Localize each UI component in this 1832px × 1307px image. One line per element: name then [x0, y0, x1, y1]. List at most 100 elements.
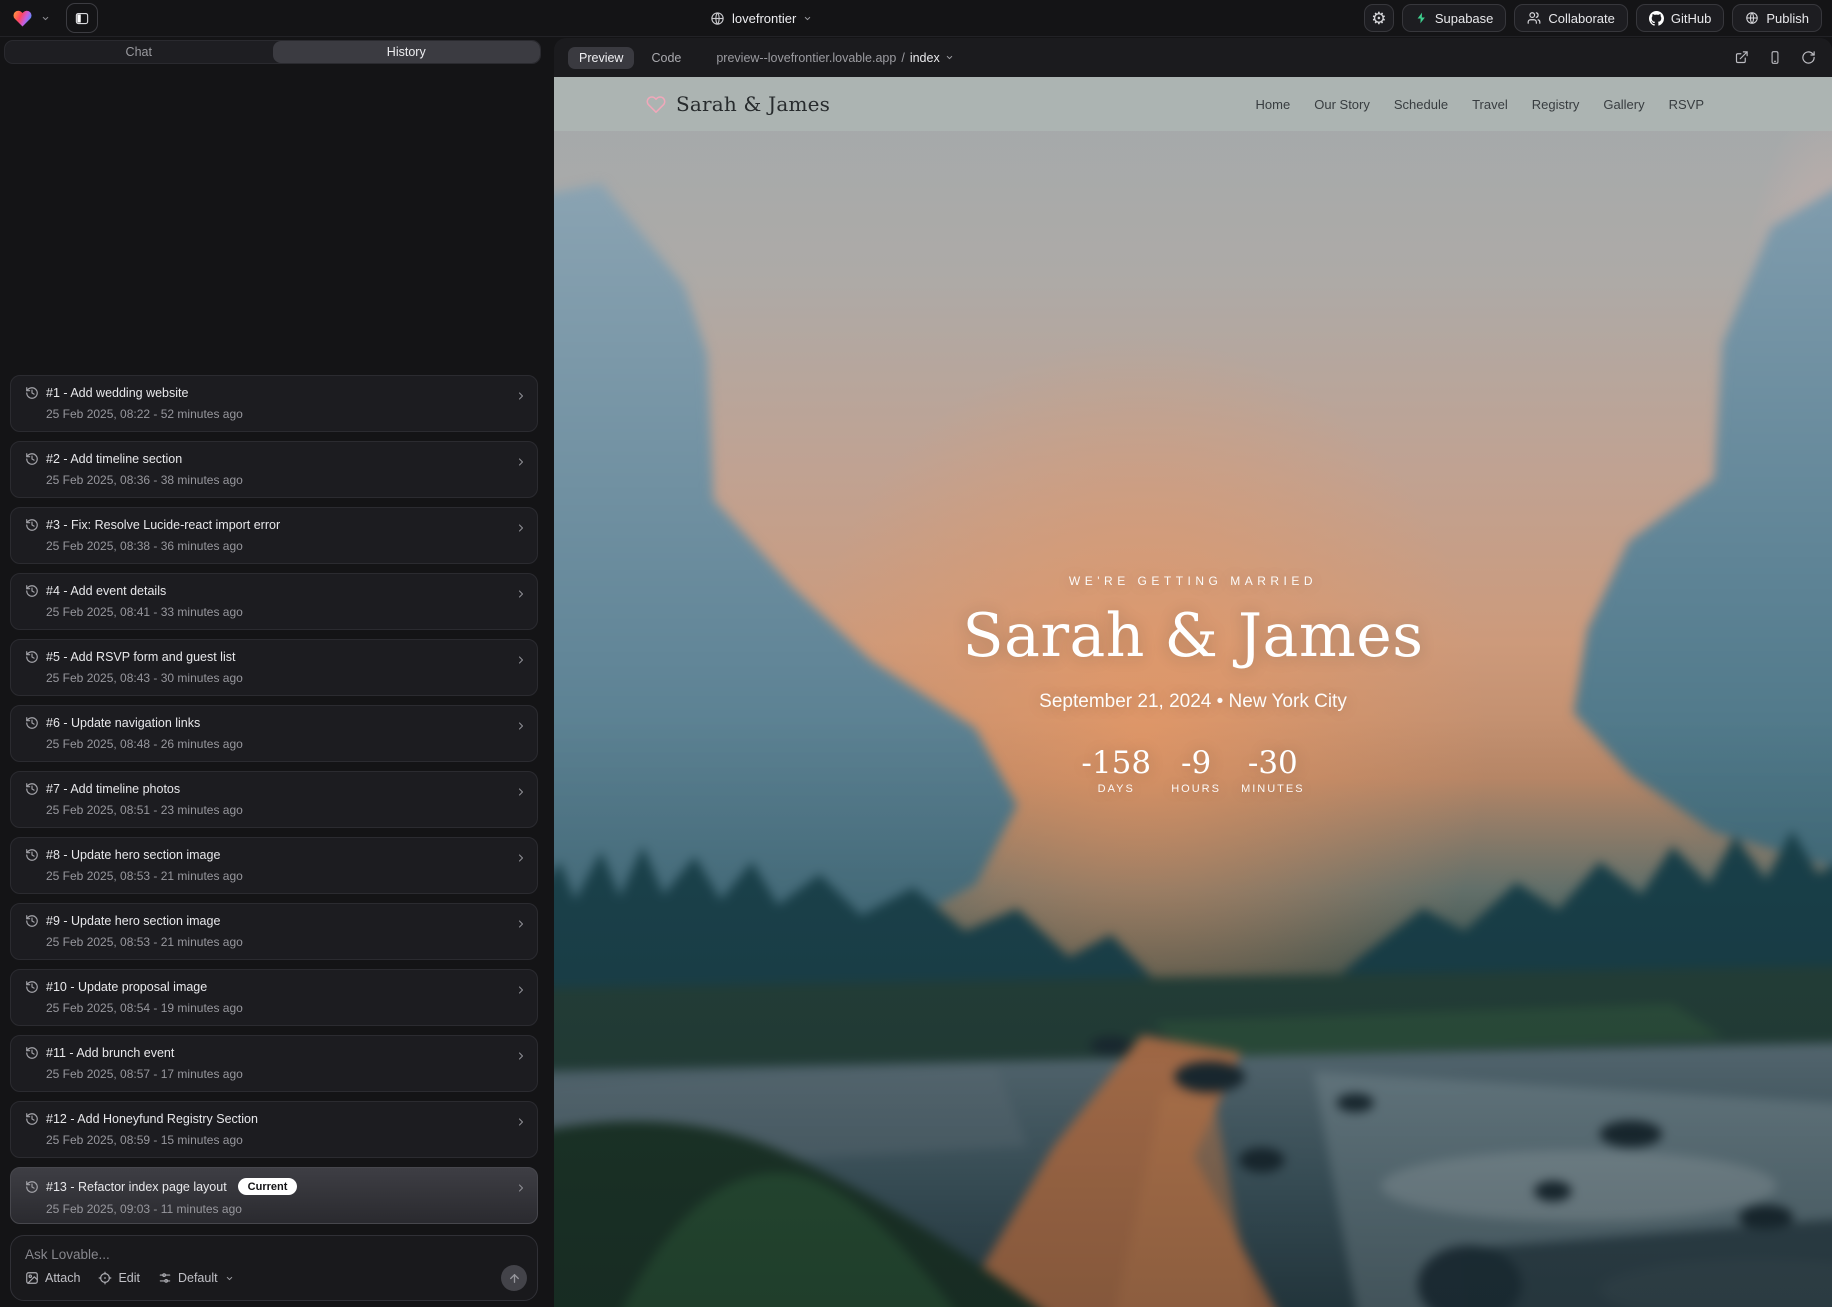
settings-button[interactable]: ⚙	[1364, 4, 1394, 32]
history-item[interactable]: #12 - Add Honeyfund Registry Section 25 …	[10, 1101, 538, 1158]
hero-title: Sarah & James	[554, 605, 1832, 668]
prompt-composer: Attach Edit Default	[10, 1235, 538, 1301]
history-clock-icon	[25, 584, 39, 598]
chevron-right-icon	[515, 1116, 527, 1128]
history-item[interactable]: #1 - Add wedding website 25 Feb 2025, 08…	[10, 375, 538, 432]
history-item-row: #6 - Update navigation links	[25, 716, 523, 730]
nav-link[interactable]: Home	[1256, 97, 1291, 112]
github-button[interactable]: GitHub	[1636, 4, 1724, 32]
url-chevron-down-icon	[945, 53, 954, 62]
history-item-title: #9 - Update hero section image	[46, 914, 220, 928]
nav-link[interactable]: Registry	[1532, 97, 1580, 112]
history-item-timestamp: 25 Feb 2025, 08:51 - 23 minutes ago	[46, 803, 523, 817]
tab-history[interactable]: History	[273, 41, 541, 63]
tab-chat[interactable]: Chat	[5, 41, 273, 63]
collaborate-button[interactable]: Collaborate	[1514, 4, 1628, 32]
nav-link[interactable]: Travel	[1472, 97, 1508, 112]
refresh-icon[interactable]	[1801, 50, 1816, 65]
history-item[interactable]: #8 - Update hero section image 25 Feb 20…	[10, 837, 538, 894]
nav-link[interactable]: Our Story	[1314, 97, 1370, 112]
nav-link[interactable]: Gallery	[1603, 97, 1644, 112]
chevron-right-icon	[515, 786, 527, 798]
toggle-sidebar-button[interactable]	[66, 3, 98, 33]
countdown: -158 DAYS -9 HOURS -30 MINUTES	[554, 746, 1832, 795]
chevron-right-icon	[515, 588, 527, 600]
countdown-label: HOURS	[1166, 783, 1226, 795]
hero-eyebrow: WE'RE GETTING MARRIED	[554, 574, 1832, 588]
preview-url-selector[interactable]: preview--lovefrontier.lovable.app / inde…	[716, 51, 953, 65]
history-item[interactable]: #11 - Add brunch event 25 Feb 2025, 08:5…	[10, 1035, 538, 1092]
hero-date-location: September 21, 2024 • New York City	[554, 691, 1832, 713]
chevron-right-icon	[515, 852, 527, 864]
history-item-timestamp: 25 Feb 2025, 08:54 - 19 minutes ago	[46, 1001, 523, 1015]
preview-url-page: index	[910, 51, 940, 65]
hero-content: WE'RE GETTING MARRIED Sarah & James Sept…	[554, 574, 1832, 795]
panel-left-icon	[74, 11, 90, 26]
history-item[interactable]: #2 - Add timeline section 25 Feb 2025, 0…	[10, 441, 538, 498]
history-item[interactable]: #5 - Add RSVP form and guest list 25 Feb…	[10, 639, 538, 696]
history-item[interactable]: #10 - Update proposal image 25 Feb 2025,…	[10, 969, 538, 1026]
edit-button[interactable]: Edit	[98, 1271, 140, 1285]
publish-globe-icon	[1745, 11, 1759, 25]
history-item-title: #6 - Update navigation links	[46, 716, 200, 730]
project-chevron-down-icon	[803, 14, 812, 23]
history-item[interactable]: #4 - Add event details 25 Feb 2025, 08:4…	[10, 573, 538, 630]
history-item[interactable]: #7 - Add timeline photos 25 Feb 2025, 08…	[10, 771, 538, 828]
supabase-button[interactable]: Supabase	[1402, 4, 1507, 32]
sidebar: Chat History #1 - Add wedding website 25…	[0, 38, 547, 1307]
sidebar-tabs: Chat History	[4, 40, 541, 64]
site-nav: Home Our Story Schedule Travel Registry Galle…	[1256, 97, 1704, 112]
preview-toolbar: Preview Code preview--lovefrontier.lovab…	[554, 38, 1832, 77]
mobile-view-icon[interactable]	[1768, 50, 1782, 65]
attach-button[interactable]: Attach	[25, 1271, 80, 1285]
topbar-left-group	[0, 3, 98, 33]
history-item-timestamp: 25 Feb 2025, 08:36 - 38 minutes ago	[46, 473, 523, 487]
history-clock-icon	[25, 518, 39, 532]
publish-button[interactable]: Publish	[1732, 4, 1822, 32]
collaborate-users-icon	[1527, 11, 1541, 25]
history-item[interactable]: #13 - Refactor index page layout Current…	[10, 1167, 538, 1224]
nav-link[interactable]: RSVP	[1669, 97, 1704, 112]
history-item-title: #2 - Add timeline section	[46, 452, 182, 466]
history-item-timestamp: 25 Feb 2025, 08:48 - 26 minutes ago	[46, 737, 523, 751]
brand-heart-icon	[646, 95, 666, 114]
history-item-timestamp: 25 Feb 2025, 08:38 - 36 minutes ago	[46, 539, 523, 553]
history-item-timestamp: 25 Feb 2025, 08:59 - 15 minutes ago	[46, 1133, 523, 1147]
mode-selector[interactable]: Default	[158, 1271, 234, 1285]
site-brand[interactable]: Sarah & James	[646, 92, 830, 116]
chevron-right-icon	[515, 984, 527, 996]
history-clock-icon	[25, 848, 39, 862]
ask-lovable-input[interactable]	[11, 1236, 537, 1262]
history-clock-icon	[25, 914, 39, 928]
history-item[interactable]: #3 - Fix: Resolve Lucide-react import er…	[10, 507, 538, 564]
countdown-value: -9	[1166, 746, 1226, 780]
history-item-row: #10 - Update proposal image	[25, 980, 523, 994]
tab-preview[interactable]: Preview	[568, 47, 634, 69]
chevron-right-icon	[515, 918, 527, 930]
history-item-timestamp: 25 Feb 2025, 08:41 - 33 minutes ago	[46, 605, 523, 619]
history-item-row: #11 - Add brunch event	[25, 1046, 523, 1060]
tab-code[interactable]: Code	[640, 47, 692, 69]
history-item-timestamp: 25 Feb 2025, 08:53 - 21 minutes ago	[46, 869, 523, 883]
github-icon	[1649, 11, 1664, 26]
project-switcher[interactable]: lovefrontier	[710, 0, 812, 37]
countdown-value: -158	[1081, 746, 1151, 780]
history-item-row: #2 - Add timeline section	[25, 452, 523, 466]
lovable-logo-icon[interactable]	[12, 9, 33, 28]
project-globe-icon	[710, 11, 725, 26]
nav-link[interactable]: Schedule	[1394, 97, 1448, 112]
send-button[interactable]	[501, 1265, 527, 1291]
composer-actions: Attach Edit Default	[25, 1265, 527, 1291]
project-name: lovefrontier	[732, 11, 796, 26]
history-item-row: #4 - Add event details	[25, 584, 523, 598]
top-app-bar: lovefrontier ⚙ Supabase Collaborate GitH…	[0, 0, 1832, 37]
workspace-chevron-down-icon[interactable]	[41, 14, 50, 23]
arrow-up-icon	[508, 1272, 521, 1285]
history-item[interactable]: #9 - Update hero section image 25 Feb 20…	[10, 903, 538, 960]
countdown-label: DAYS	[1081, 783, 1151, 795]
history-item[interactable]: #6 - Update navigation links 25 Feb 2025…	[10, 705, 538, 762]
open-external-icon[interactable]	[1734, 50, 1749, 65]
site-header: Sarah & James Home Our Story Schedule Trave…	[554, 77, 1832, 131]
history-clock-icon	[25, 650, 39, 664]
countdown-column: -30 MINUTES	[1241, 746, 1305, 795]
